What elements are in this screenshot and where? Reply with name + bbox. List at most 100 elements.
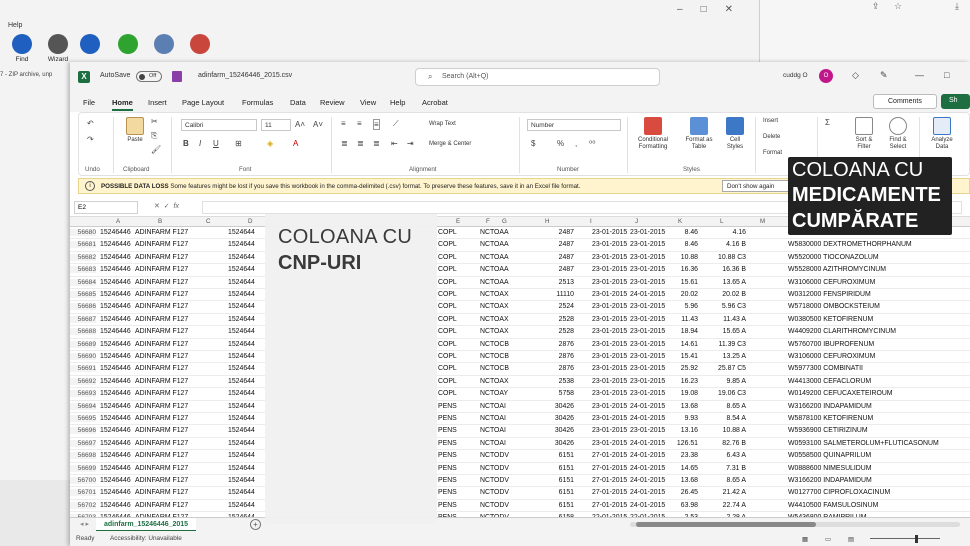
row-number[interactable]: 56698 xyxy=(70,452,96,460)
decrease-font-icon[interactable]: A˅ xyxy=(313,120,323,129)
row-number[interactable]: 56682 xyxy=(70,253,96,261)
font-color-icon[interactable]: A xyxy=(293,139,298,148)
background-window-controls[interactable]: –□✕ xyxy=(677,4,751,15)
minimize-icon[interactable]: — xyxy=(915,70,924,80)
name-box[interactable]: E2 xyxy=(74,201,138,214)
row-number[interactable]: 56694 xyxy=(70,402,96,410)
save-icon[interactable] xyxy=(172,71,182,82)
spreadsheet-grid[interactable]: ABCDEFGHIJKLMN 5668015246446ADINFARM F12… xyxy=(70,217,970,517)
row-number[interactable]: 56687 xyxy=(70,315,96,323)
column-header[interactable]: E xyxy=(456,218,460,225)
delete-cells-button[interactable]: Delete xyxy=(763,134,780,141)
background-tool-2[interactable] xyxy=(76,34,104,56)
normal-view-icon[interactable]: ▦ xyxy=(802,535,808,543)
comments-button[interactable]: Comments xyxy=(873,94,937,109)
number-format-select[interactable]: Number xyxy=(527,119,621,131)
row-number[interactable]: 56685 xyxy=(70,291,96,298)
table-row[interactable]: 56684 15246446 ADINFARM F127 1524644 COPL NCT… xyxy=(70,277,970,289)
increase-indent-icon[interactable]: ⇥ xyxy=(407,139,414,148)
autosave-toggle[interactable]: Off xyxy=(136,71,162,82)
maximize-icon[interactable]: □ xyxy=(944,70,949,80)
column-header[interactable]: F xyxy=(486,218,490,225)
row-number[interactable]: 56701 xyxy=(70,489,96,497)
row-number[interactable]: 56696 xyxy=(70,427,96,435)
undo-icon[interactable]: ↶ xyxy=(87,119,94,128)
copy-icon[interactable]: ⎘ xyxy=(151,131,157,141)
font-size-select[interactable]: 11 xyxy=(261,119,291,131)
format-painter-icon[interactable]: 🖌 xyxy=(151,145,161,154)
find-select-button[interactable]: Find & Select xyxy=(883,117,913,151)
table-row[interactable]: 56693 15246446 ADINFARM F127 1524644 COPL NCT… xyxy=(70,388,970,401)
table-row[interactable]: 56688 15246446 ADINFARM F127 1524644 COPL NCT… xyxy=(70,326,970,339)
background-tool-5[interactable] xyxy=(186,34,214,56)
table-row[interactable]: 56701 15246446 ADINFARM F127 1524644 PENS NCT… xyxy=(70,487,970,500)
diamond-icon[interactable]: ◇ xyxy=(852,70,859,81)
decrease-indent-icon[interactable]: ⇤ xyxy=(391,139,398,148)
tab-review[interactable]: Review xyxy=(320,98,345,107)
page-break-icon[interactable]: ▤ xyxy=(848,535,854,543)
row-number[interactable]: 56683 xyxy=(70,266,96,274)
row-number[interactable]: 56680 xyxy=(70,229,96,236)
tab-help[interactable]: Help xyxy=(390,98,405,107)
italic-icon[interactable]: I xyxy=(199,139,201,148)
add-sheet-icon[interactable]: + xyxy=(250,519,261,530)
redo-icon[interactable]: ↷ xyxy=(87,135,94,144)
table-row[interactable]: 56698 15246446 ADINFARM F127 1524644 PENS NCT… xyxy=(70,450,970,463)
share-icon[interactable]: ⇪ xyxy=(872,1,880,12)
align-left-icon[interactable]: ≣ xyxy=(341,139,348,148)
conditional-formatting-button[interactable]: Conditional Formatting xyxy=(631,117,675,151)
row-number[interactable]: 56681 xyxy=(70,241,96,249)
row-number[interactable]: 56702 xyxy=(70,501,96,509)
dont-show-again-button[interactable]: Don't show again xyxy=(722,180,794,192)
cut-icon[interactable]: ✂ xyxy=(151,117,158,126)
cell-styles-button[interactable]: Cell Styles xyxy=(721,117,749,151)
table-row[interactable]: 56696 15246446 ADINFARM F127 1524644 PENS NCT… xyxy=(70,425,970,438)
row-number[interactable]: 56697 xyxy=(70,439,96,447)
table-row[interactable]: 56689 15246446 ADINFARM F127 1524644 COPL NCT… xyxy=(70,339,970,351)
column-header[interactable]: I xyxy=(590,218,592,225)
sort-filter-button[interactable]: Sort & Filter xyxy=(849,117,879,151)
currency-icon[interactable]: $ xyxy=(531,139,535,148)
table-row[interactable]: 56699 15246446 ADINFARM F127 1524644 PENS NCT… xyxy=(70,463,970,475)
table-row[interactable]: 56682 15246446 ADINFARM F127 1524644 COPL NCT… xyxy=(70,252,970,265)
analyze-data-button[interactable]: Analyze Data xyxy=(925,117,959,151)
align-middle-icon[interactable]: ≡ xyxy=(357,119,362,128)
tab-page-layout[interactable]: Page Layout xyxy=(182,98,224,107)
column-header[interactable]: C xyxy=(206,218,210,225)
row-number[interactable]: 56691 xyxy=(70,365,96,373)
column-header[interactable]: A xyxy=(116,218,120,225)
column-header[interactable]: D xyxy=(248,218,252,225)
table-row[interactable]: 56694 15246446 ADINFARM F127 1524644 PENS NCT… xyxy=(70,401,970,413)
pen-icon[interactable]: ✎ xyxy=(880,70,888,81)
table-row[interactable]: 56700 15246446 ADINFARM F127 1524644 PENS NCT… xyxy=(70,475,970,488)
tab-view[interactable]: View xyxy=(360,98,376,107)
column-header[interactable]: L xyxy=(720,218,723,225)
font-name-select[interactable]: Calibri xyxy=(181,119,257,131)
fill-color-icon[interactable]: ◈ xyxy=(267,139,273,148)
share-button[interactable]: Sh xyxy=(941,94,970,109)
format-as-table-button[interactable]: Format as Table xyxy=(681,117,717,151)
column-header[interactable]: M xyxy=(760,218,765,225)
underline-icon[interactable]: U xyxy=(213,139,219,148)
table-row[interactable]: 56686 15246446 ADINFARM F127 1524644 COPL NCT… xyxy=(70,301,970,314)
table-row[interactable]: 56691 15246446 ADINFARM F127 1524644 COPL NCT… xyxy=(70,363,970,376)
row-number[interactable]: 56693 xyxy=(70,390,96,398)
table-row[interactable]: 56692 15246446 ADINFARM F127 1524644 COPL NCT… xyxy=(70,376,970,389)
horizontal-scrollbar[interactable] xyxy=(630,522,960,527)
orientation-icon[interactable]: ⟋ xyxy=(393,119,399,129)
tab-insert[interactable]: Insert xyxy=(148,98,167,107)
table-row[interactable]: 56685 15246446 ADINFARM F127 1524644 COPL NCT… xyxy=(70,289,970,302)
tab-home[interactable]: Home xyxy=(112,98,133,111)
status-accessibility[interactable]: Accessibility: Unavailable xyxy=(110,535,182,542)
background-menu-help[interactable]: Help xyxy=(8,22,22,29)
sheet-tab[interactable]: adinfarm_15246446_2015 xyxy=(96,518,197,532)
row-number[interactable]: 56686 xyxy=(70,303,96,311)
user-name[interactable]: cuddg O xyxy=(783,72,808,79)
background-tool-3[interactable] xyxy=(114,34,142,56)
row-number[interactable]: 56692 xyxy=(70,377,96,385)
column-header[interactable]: B xyxy=(158,218,162,225)
row-number[interactable]: 56695 xyxy=(70,415,96,422)
tab-acrobat[interactable]: Acrobat xyxy=(422,98,448,107)
paste-button[interactable]: Paste xyxy=(121,117,149,144)
table-row[interactable]: 56681 15246446 ADINFARM F127 1524644 COPL NCT… xyxy=(70,239,970,252)
